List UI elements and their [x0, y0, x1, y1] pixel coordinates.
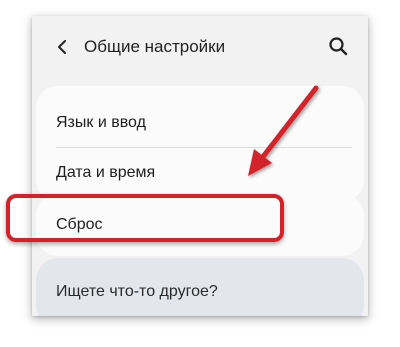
- app-header: Общие настройки: [32, 16, 368, 78]
- settings-item-language-input[interactable]: Язык и ввод: [36, 98, 364, 148]
- settings-item-label: Язык и ввод: [56, 114, 146, 131]
- settings-item-label: Дата и время: [56, 164, 156, 181]
- reset-card: Сброс: [36, 194, 364, 256]
- settings-card: Язык и ввод Дата и время: [36, 86, 364, 202]
- screenshot-stage: Общие настройки Язык и ввод Дата и время…: [0, 0, 400, 347]
- chevron-left-icon[interactable]: [54, 38, 72, 56]
- page-title: Общие настройки: [84, 37, 226, 56]
- search-icon[interactable]: [328, 36, 348, 56]
- phone-screen: Общие настройки Язык и ввод Дата и время…: [32, 16, 368, 316]
- settings-item-reset[interactable]: Сброс: [36, 202, 364, 248]
- looking-for-something-else-link[interactable]: Ищете что-то другое?: [56, 282, 218, 302]
- settings-item-date-time[interactable]: Дата и время: [36, 148, 364, 198]
- reset-label: Сброс: [56, 216, 103, 233]
- suggestion-card: Ищете что-то другое?: [36, 258, 364, 316]
